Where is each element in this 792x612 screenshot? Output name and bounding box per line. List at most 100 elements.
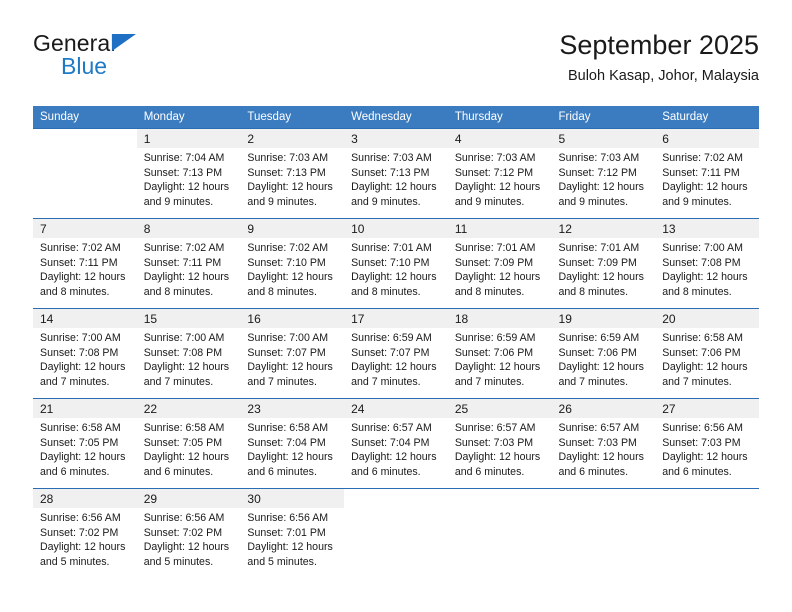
sunset-line: Sunset: 7:06 PM <box>454 346 534 359</box>
calendar-cell: 10 Sunrise: 7:01 AM Sunset: 7:10 PM Dayligh… <box>344 218 448 308</box>
sunset-line: Sunset: 7:13 PM <box>247 166 326 179</box>
daylight-line-1: Daylight: 12 hours <box>351 451 437 464</box>
day-details: Sunrise: 7:01 AM Sunset: 7:09 PM Daylight:… <box>552 238 656 299</box>
day-cell-4[interactable]: 4 Sunrise: 7:03 AM Sunset: 7:12 PM Daylight… <box>447 128 552 218</box>
day-cell-18[interactable]: 18 Sunrise: 6:59 AM Sunset: 7:06 PM Dayligh… <box>447 308 552 398</box>
day-cell-12[interactable]: 12 Sunrise: 7:01 AM Sunset: 7:09 PM Dayligh… <box>551 218 656 308</box>
daylight-line-2: and 7 minutes. <box>40 375 110 388</box>
sunset-line: Sunset: 7:02 PM <box>40 526 119 539</box>
calendar-cell: 26 Sunrise: 6:57 AM Sunset: 7:03 PM Dayligh… <box>551 398 656 488</box>
day-number-band: 13 <box>655 219 759 238</box>
day-cell-25[interactable]: 25 Sunrise: 6:57 AM Sunset: 7:03 PM Dayligh… <box>447 398 552 488</box>
day-number: 24 <box>351 402 365 416</box>
sunrise-line: Sunrise: 6:57 AM <box>351 422 432 434</box>
sunrise-line: Sunrise: 6:58 AM <box>143 422 225 434</box>
sunrise-line: Sunrise: 6:59 AM <box>454 332 536 344</box>
sunset-line: Sunset: 7:09 PM <box>454 256 534 269</box>
sunrise-line: Sunrise: 6:56 AM <box>247 512 329 524</box>
day-cell-23[interactable]: 23 Sunrise: 6:58 AM Sunset: 7:04 PM Dayligh… <box>240 398 345 488</box>
day-details: Sunrise: 7:00 AM Sunset: 7:08 PM Daylight:… <box>33 328 137 389</box>
day-details: Sunrise: 6:59 AM Sunset: 7:07 PM Daylight:… <box>344 328 448 389</box>
day-cell-10[interactable]: 10 Sunrise: 7:01 AM Sunset: 7:10 PM Dayligh… <box>344 218 448 308</box>
day-cell-3[interactable]: 3 Sunrise: 7:03 AM Sunset: 7:13 PM Daylight… <box>344 128 448 218</box>
daylight-line-2: and 9 minutes. <box>662 195 732 208</box>
calendar-cell: 29 Sunrise: 6:56 AM Sunset: 7:02 PM Dayligh… <box>136 488 241 578</box>
sunrise-line: Sunrise: 7:00 AM <box>247 332 329 344</box>
calendar-week-row: 21 Sunrise: 6:58 AM Sunset: 7:05 PM Dayligh… <box>33 398 759 488</box>
day-cell-27[interactable]: 27 Sunrise: 6:56 AM Sunset: 7:03 PM Dayligh… <box>655 398 759 488</box>
sunset-line: Sunset: 7:04 PM <box>247 436 326 449</box>
day-number-band: 1 <box>136 129 241 148</box>
calendar-cell: 20 Sunrise: 6:58 AM Sunset: 7:06 PM Dayligh… <box>655 308 759 398</box>
day-number: 21 <box>40 402 54 416</box>
day-number-band: 24 <box>344 399 448 418</box>
sunset-line: Sunset: 7:11 PM <box>143 256 222 269</box>
sunrise-line: Sunrise: 7:02 AM <box>662 152 743 164</box>
daylight-line-1: Daylight: 12 hours <box>558 361 644 374</box>
day-cell-26[interactable]: 26 Sunrise: 6:57 AM Sunset: 7:03 PM Dayligh… <box>551 398 656 488</box>
sunrise-line: Sunrise: 7:01 AM <box>558 242 640 254</box>
day-cell-21[interactable]: 21 Sunrise: 6:58 AM Sunset: 7:05 PM Dayligh… <box>33 398 137 488</box>
calendar-cell: 7 Sunrise: 7:02 AM Sunset: 7:11 PM Daylight… <box>33 218 137 308</box>
logo-text-blue: Blue <box>61 53 108 79</box>
day-cell-16[interactable]: 16 Sunrise: 7:00 AM Sunset: 7:07 PM Dayligh… <box>240 308 345 398</box>
day-cell-7[interactable]: 7 Sunrise: 7:02 AM Sunset: 7:11 PM Daylight… <box>33 218 137 308</box>
daylight-line-2: and 6 minutes. <box>40 465 110 478</box>
sunrise-line: Sunrise: 6:56 AM <box>662 422 743 434</box>
day-cell-15[interactable]: 15 Sunrise: 7:00 AM Sunset: 7:08 PM Dayligh… <box>136 308 241 398</box>
sunrise-line: Sunrise: 7:01 AM <box>454 242 536 254</box>
day-cell-11[interactable]: 11 Sunrise: 7:01 AM Sunset: 7:09 PM Dayligh… <box>447 218 552 308</box>
day-details: Sunrise: 7:04 AM Sunset: 7:13 PM Daylight:… <box>137 148 241 209</box>
day-number: 9 <box>247 222 255 236</box>
day-number-band: 10 <box>344 219 448 238</box>
day-number: 4 <box>454 132 462 146</box>
day-cell-empty <box>344 488 448 578</box>
day-cell-17[interactable]: 17 Sunrise: 6:59 AM Sunset: 7:07 PM Dayligh… <box>344 308 448 398</box>
sunrise-line: Sunrise: 7:03 AM <box>454 152 536 164</box>
day-cell-22[interactable]: 22 Sunrise: 6:58 AM Sunset: 7:05 PM Dayligh… <box>136 398 241 488</box>
sunrise-line: Sunrise: 6:56 AM <box>143 512 225 524</box>
day-cell-9[interactable]: 9 Sunrise: 7:02 AM Sunset: 7:10 PM Daylight… <box>240 218 345 308</box>
day-cell-30[interactable]: 30 Sunrise: 6:56 AM Sunset: 7:01 PM Dayligh… <box>240 488 345 578</box>
sunrise-line: Sunrise: 7:02 AM <box>247 242 329 254</box>
daylight-line-2: and 8 minutes. <box>351 285 421 298</box>
day-cell-5[interactable]: 5 Sunrise: 7:03 AM Sunset: 7:12 PM Daylight… <box>551 128 656 218</box>
daylight-line-2: and 9 minutes. <box>454 195 525 208</box>
day-cell-14[interactable]: 14 Sunrise: 7:00 AM Sunset: 7:08 PM Dayligh… <box>33 308 137 398</box>
day-number-band: 17 <box>344 309 448 328</box>
day-cell-13[interactable]: 13 Sunrise: 7:00 AM Sunset: 7:08 PM Dayligh… <box>655 218 759 308</box>
day-cell-20[interactable]: 20 Sunrise: 6:58 AM Sunset: 7:06 PM Dayligh… <box>655 308 759 398</box>
day-cell-29[interactable]: 29 Sunrise: 6:56 AM Sunset: 7:02 PM Dayligh… <box>136 488 241 578</box>
day-cell-19[interactable]: 19 Sunrise: 6:59 AM Sunset: 7:06 PM Dayligh… <box>551 308 656 398</box>
calendar-cell: 4 Sunrise: 7:03 AM Sunset: 7:12 PM Daylight… <box>447 128 552 218</box>
sunset-line: Sunset: 7:03 PM <box>662 436 741 449</box>
day-number-band: 3 <box>344 129 448 148</box>
day-cell-6[interactable]: 6 Sunrise: 7:02 AM Sunset: 7:11 PM Daylight… <box>655 128 759 218</box>
calendar-cell: 3 Sunrise: 7:03 AM Sunset: 7:13 PM Daylight… <box>344 128 448 218</box>
calendar-cell: 12 Sunrise: 7:01 AM Sunset: 7:09 PM Dayligh… <box>551 218 656 308</box>
calendar-cell <box>33 128 137 218</box>
sunrise-line: Sunrise: 6:58 AM <box>662 332 743 344</box>
sunrise-line: Sunrise: 7:03 AM <box>247 152 329 164</box>
day-cell-1[interactable]: 1 Sunrise: 7:04 AM Sunset: 7:13 PM Daylight… <box>136 128 241 218</box>
day-cell-8[interactable]: 8 Sunrise: 7:02 AM Sunset: 7:11 PM Daylight… <box>136 218 241 308</box>
daylight-line-1: Daylight: 12 hours <box>40 271 126 284</box>
day-cell-24[interactable]: 24 Sunrise: 6:57 AM Sunset: 7:04 PM Dayligh… <box>344 398 448 488</box>
daylight-line-1: Daylight: 12 hours <box>247 181 333 194</box>
day-details: Sunrise: 6:58 AM Sunset: 7:04 PM Daylight:… <box>240 418 344 479</box>
day-details: Sunrise: 7:01 AM Sunset: 7:10 PM Daylight:… <box>344 238 448 299</box>
day-cell-28[interactable]: 28 Sunrise: 6:56 AM Sunset: 7:02 PM Dayligh… <box>33 488 137 578</box>
day-number: 12 <box>558 222 572 236</box>
day-number-band: 4 <box>447 129 552 148</box>
day-cell-2[interactable]: 2 Sunrise: 7:03 AM Sunset: 7:13 PM Daylight… <box>240 128 345 218</box>
daylight-line-1: Daylight: 12 hours <box>351 361 437 374</box>
logo-general-blue[interactable]: General Blue <box>33 30 263 86</box>
day-number: 30 <box>247 492 261 506</box>
day-number-band: 8 <box>136 219 241 238</box>
daylight-line-1: Daylight: 12 hours <box>454 181 541 194</box>
sunset-line: Sunset: 7:02 PM <box>143 526 223 539</box>
daylight-line-2: and 7 minutes. <box>454 375 525 388</box>
day-cell-empty <box>447 488 552 578</box>
day-number-band <box>448 489 552 508</box>
sunset-line: Sunset: 7:10 PM <box>247 256 326 269</box>
